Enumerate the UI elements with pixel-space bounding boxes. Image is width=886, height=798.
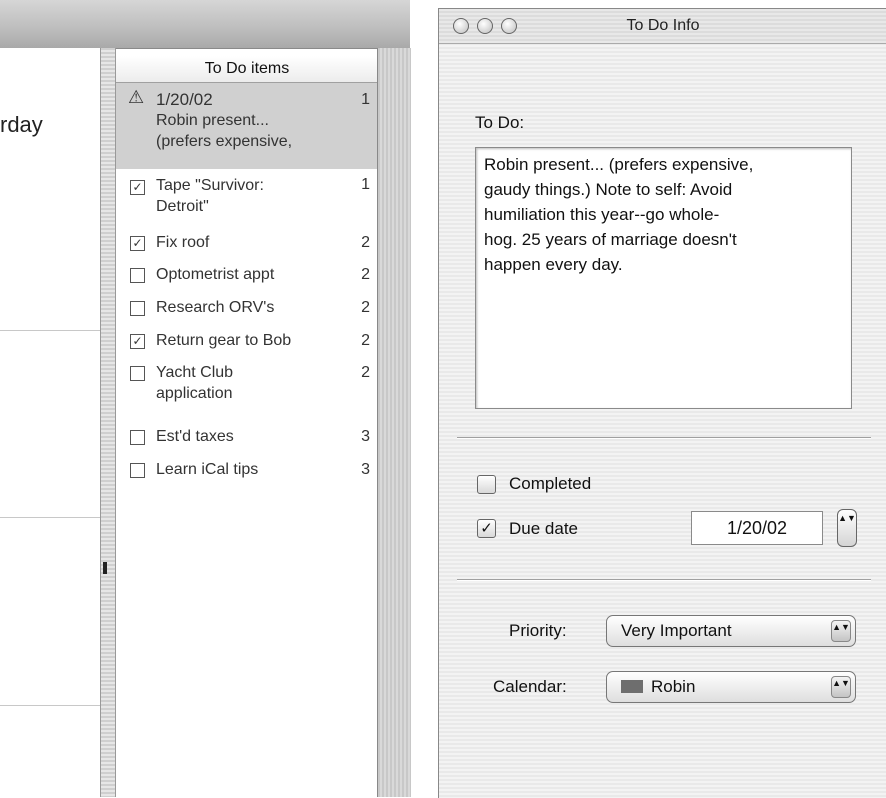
todo-item-label: Robin present...	[156, 112, 269, 129]
priority-value: Very Important	[621, 621, 732, 640]
todo-notes-textarea[interactable]: Robin present... (prefers expensive, gau…	[475, 147, 852, 409]
calendar-color-swatch	[621, 680, 643, 693]
todo-checkbox[interactable]	[130, 430, 145, 445]
todo-item-yacht-club[interactable]: Yacht Club application 2	[116, 362, 378, 408]
todo-item-optometrist[interactable]: Optometrist appt 2	[116, 264, 378, 288]
todo-checkbox[interactable]: ✓	[130, 180, 145, 195]
calendar-label: Calendar:	[493, 677, 567, 696]
todo-list-header[interactable]: To Do items	[116, 56, 378, 83]
window-titlebar[interactable]: To Do Info	[439, 9, 886, 44]
due-date-field[interactable]: 1/20/02	[691, 511, 823, 545]
calendar-week-column	[0, 48, 100, 797]
todo-pane-edge	[377, 48, 411, 797]
week-divider	[0, 705, 100, 706]
todo-checkbox[interactable]: ✓	[130, 334, 145, 349]
todo-item-tape-survivor[interactable]: ✓ Tape "Survivor: Detroit" 1	[116, 174, 378, 220]
calendar-value: Robin	[651, 677, 696, 696]
week-divider	[0, 330, 100, 331]
todo-checkbox[interactable]	[130, 268, 145, 283]
day-header: rday	[0, 112, 43, 137]
calendar-popup[interactable]: Robin ▲▼	[606, 671, 856, 703]
todo-item-label: Fix roof	[156, 234, 210, 251]
due-date-checkbox[interactable]: ✓	[477, 519, 496, 538]
pane-splitter[interactable]	[100, 48, 116, 797]
todo-item-research-orvs[interactable]: Research ORV's 2	[116, 297, 378, 321]
todo-item-estd-taxes[interactable]: Est'd taxes 3	[116, 426, 378, 450]
todo-item-label: application	[156, 385, 233, 402]
todo-item-label: Optometrist appt	[156, 266, 275, 283]
completed-checkbox[interactable]	[477, 475, 496, 494]
week-divider	[0, 517, 100, 518]
warning-icon: ⚠	[128, 87, 145, 107]
todo-item-label: Return gear to Bob	[156, 332, 292, 349]
todo-info-window: To Do Info To Do: Robin present... (pref…	[438, 8, 886, 798]
todo-item-date: 1/20/02	[156, 90, 213, 109]
todo-item-priority: 2	[361, 299, 370, 316]
todo-list-pane: To Do items ⚠ 1/20/02 Robin present... (…	[115, 56, 378, 797]
priority-label: Priority:	[509, 621, 567, 640]
todo-checkbox[interactable]	[130, 463, 145, 478]
splitter-grip-icon	[103, 562, 107, 574]
todo-item-return-gear[interactable]: ✓ Return gear to Bob 2	[116, 330, 378, 354]
todo-item-priority: 1	[361, 91, 370, 108]
todo-item-robin-present[interactable]: ⚠ 1/20/02 Robin present... (prefers expe…	[116, 83, 378, 169]
todo-item-priority: 3	[361, 428, 370, 445]
divider	[457, 437, 871, 439]
todo-item-learn-ical[interactable]: Learn iCal tips 3	[116, 459, 378, 483]
todo-item-priority: 1	[361, 176, 370, 193]
todo-item-label: Research ORV's	[156, 299, 275, 316]
due-date-label: Due date	[509, 519, 578, 538]
todo-item-priority: 2	[361, 364, 370, 381]
date-stepper[interactable]: ▲▼	[837, 509, 857, 547]
popup-arrows-icon: ▲▼	[831, 676, 851, 698]
todo-checkbox[interactable]	[130, 301, 145, 316]
popup-arrows-icon: ▲▼	[831, 620, 851, 642]
todo-item-priority: 2	[361, 234, 370, 251]
divider	[457, 579, 871, 581]
todo-item-label: Detroit"	[156, 198, 209, 215]
todo-item-priority: 2	[361, 332, 370, 349]
todo-item-label: Est'd taxes	[156, 428, 234, 445]
priority-popup[interactable]: Very Important ▲▼	[606, 615, 856, 647]
calendar-toolbar	[0, 0, 410, 49]
todo-item-fix-roof[interactable]: ✓ Fix roof 2	[116, 232, 378, 256]
todo-checkbox[interactable]	[130, 366, 145, 381]
todo-item-priority: 2	[361, 266, 370, 283]
completed-label: Completed	[509, 474, 592, 493]
todo-checkbox[interactable]: ✓	[130, 236, 145, 251]
todo-item-label: Learn iCal tips	[156, 461, 259, 478]
window-title: To Do Info	[626, 17, 700, 34]
todo-item-label: Tape "Survivor:	[156, 177, 264, 194]
todo-item-label: (prefers expensive,	[156, 133, 293, 150]
todo-item-priority: 3	[361, 461, 370, 478]
todo-item-label: Yacht Club	[156, 364, 234, 381]
todo-field-label: To Do:	[475, 113, 525, 132]
